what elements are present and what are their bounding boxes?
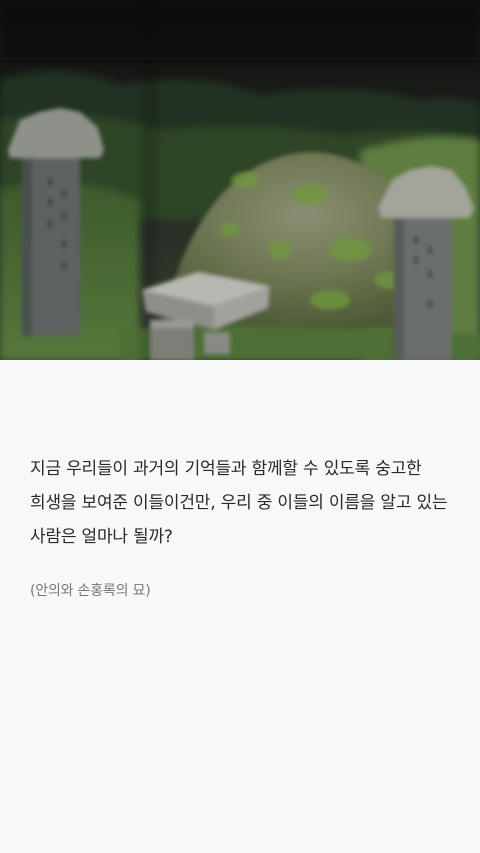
article-content: 지금 우리들이 과거의 기억들과 함께할 수 있도록 숭고한 희생을 보여준 이…	[30, 452, 455, 601]
tomb-photo	[0, 0, 480, 360]
photo-caption: (안의와 손홍록의 묘)	[30, 583, 151, 599]
article-page: 지금 우리들이 과거의 기억들과 함께할 수 있도록 숭고한 희생을 보여준 이…	[0, 0, 480, 853]
article-body-text: 지금 우리들이 과거의 기억들과 함께할 수 있도록 숭고한 희생을 보여준 이…	[30, 459, 448, 547]
